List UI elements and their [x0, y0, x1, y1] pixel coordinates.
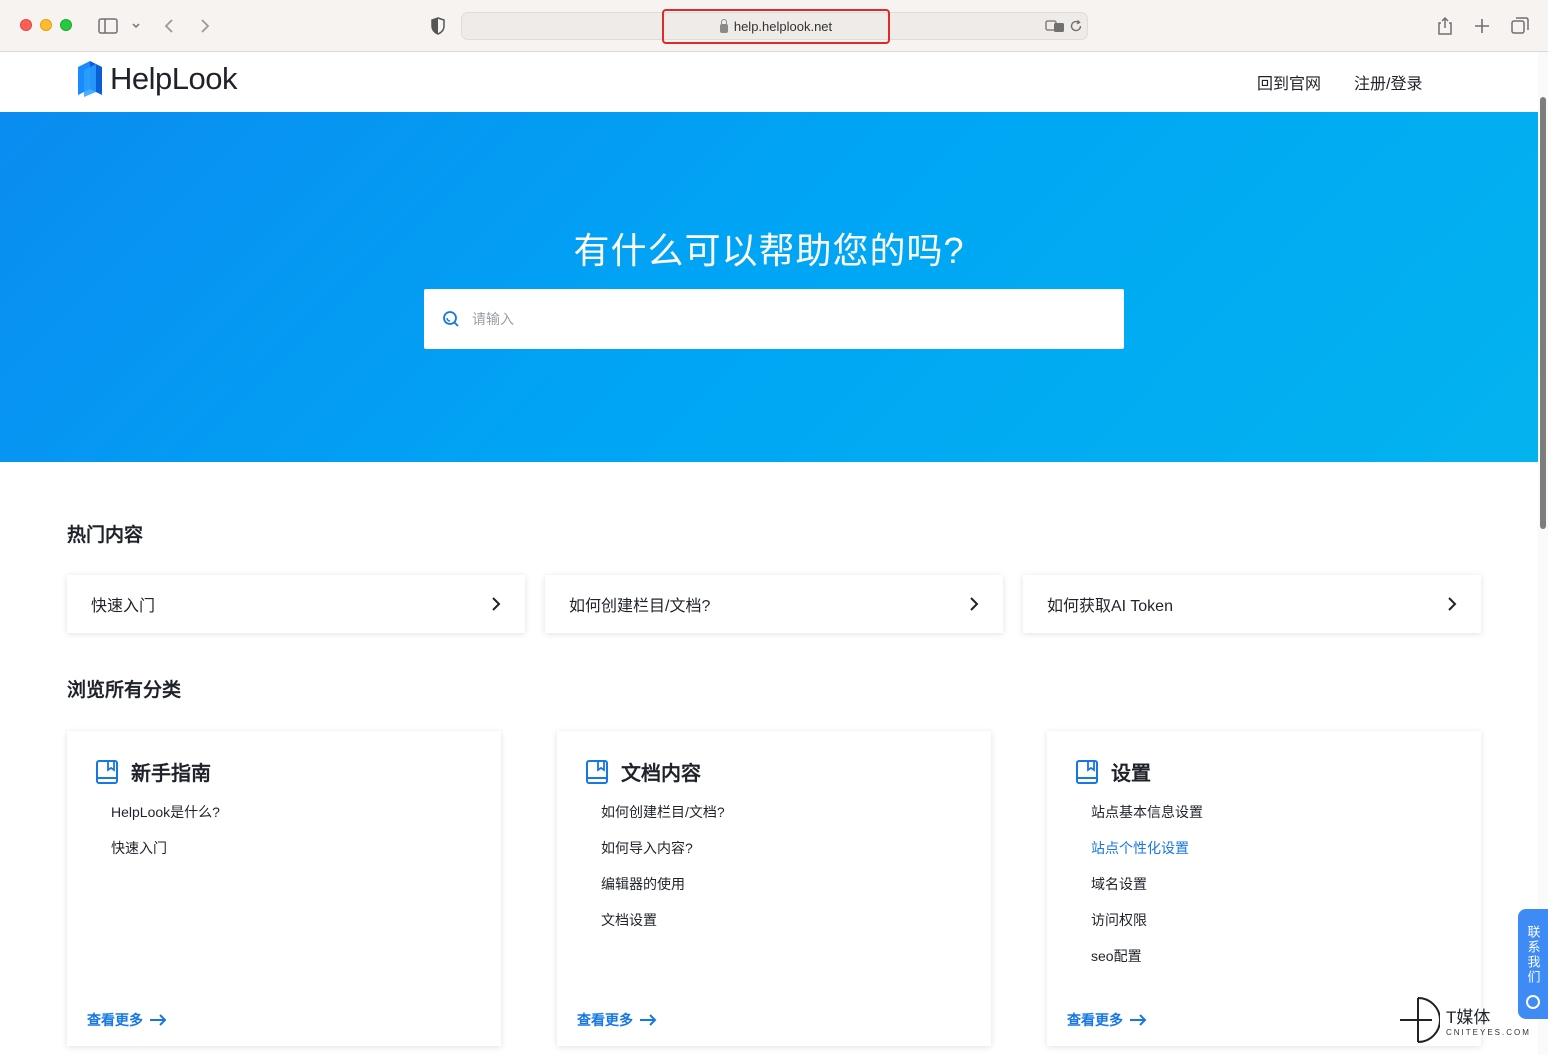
category-card-documents: 文档内容 如何创建栏目/文档? 如何导入内容? 编辑器的使用 文档设置 查看更多 — [557, 731, 991, 1046]
scrollbar-thumb[interactable] — [1540, 97, 1546, 529]
nav-official-site-link[interactable]: 回到官网 — [1257, 70, 1321, 94]
watermark-text: T媒体 — [1446, 1008, 1491, 1027]
zoom-window-button[interactable] — [60, 19, 72, 31]
categories-section-title: 浏览所有分类 — [67, 680, 182, 701]
back-icon[interactable] — [157, 14, 181, 38]
article-link[interactable]: 站点基本信息设置 — [1091, 803, 1203, 839]
arrow-right-icon — [640, 1014, 657, 1026]
nav-login-link[interactable]: 注册/登录 — [1354, 70, 1422, 94]
view-more-link[interactable]: 查看更多 — [1067, 1010, 1147, 1030]
category-article-list: HelpLook是什么? 快速入门 — [111, 803, 220, 875]
hot-item[interactable]: 如何获取AI Token — [1023, 575, 1481, 633]
category-article-list: 站点基本信息设置 站点个性化设置 域名设置 访问权限 seo配置 — [1091, 803, 1203, 983]
article-link[interactable]: 域名设置 — [1091, 875, 1203, 911]
category-header[interactable]: 新手指南 — [95, 757, 211, 786]
logo-text: HelpLook — [110, 61, 237, 96]
hot-item-label: 如何获取AI Token — [1047, 598, 1173, 615]
share-icon[interactable] — [1433, 14, 1457, 38]
view-more-link[interactable]: 查看更多 — [87, 1010, 167, 1030]
site-header: HelpLook 回到官网 注册/登录 — [0, 52, 1548, 112]
chevron-right-icon — [492, 597, 501, 611]
article-link[interactable]: 快速入门 — [111, 839, 220, 875]
category-header[interactable]: 设置 — [1075, 757, 1151, 786]
browser-toolbar: help.helplook.net — [0, 0, 1548, 52]
chevron-right-icon — [970, 597, 979, 611]
search-input[interactable] — [472, 311, 1072, 327]
hot-item[interactable]: 如何创建栏目/文档? — [545, 575, 1003, 633]
contact-us-label: 联系我们 — [1525, 925, 1541, 985]
url-display[interactable]: help.helplook.net — [662, 9, 890, 44]
lock-icon — [719, 18, 728, 33]
book-icon — [586, 759, 608, 784]
site-logo[interactable]: HelpLook — [76, 61, 237, 97]
category-title: 设置 — [1111, 763, 1151, 785]
arrow-right-icon — [1130, 1014, 1147, 1026]
book-icon — [96, 759, 118, 784]
view-more-label: 查看更多 — [577, 1012, 633, 1028]
view-more-label: 查看更多 — [87, 1012, 143, 1028]
article-link[interactable]: 如何创建栏目/文档? — [601, 803, 725, 839]
forward-icon[interactable] — [193, 14, 217, 38]
view-more-link[interactable]: 查看更多 — [577, 1010, 657, 1030]
helplook-logo-icon — [78, 61, 102, 97]
chevron-down-icon[interactable] — [124, 14, 148, 38]
category-title: 新手指南 — [131, 763, 211, 785]
article-link[interactable]: 文档设置 — [601, 911, 725, 947]
article-link-active[interactable]: 站点个性化设置 — [1091, 839, 1203, 875]
search-box[interactable] — [424, 289, 1124, 349]
sidebar-toggle-icon[interactable] — [96, 14, 120, 38]
article-link[interactable]: seo配置 — [1091, 947, 1203, 983]
hot-item[interactable]: 快速入门 — [67, 575, 525, 633]
article-link[interactable]: HelpLook是什么? — [111, 803, 220, 839]
hot-item-label: 如何创建栏目/文档? — [569, 598, 711, 615]
new-tab-icon[interactable] — [1470, 14, 1494, 38]
category-article-list: 如何创建栏目/文档? 如何导入内容? 编辑器的使用 文档设置 — [601, 803, 725, 947]
book-icon — [1076, 759, 1098, 784]
hot-section-title: 热门内容 — [67, 525, 144, 546]
chevron-right-icon — [1448, 597, 1457, 611]
category-title: 文档内容 — [621, 763, 701, 785]
hot-item-label: 快速入门 — [91, 598, 156, 615]
watermark-subtext: CNITEYES.COM — [1446, 1028, 1531, 1037]
watermark-logo-icon — [1400, 997, 1440, 1043]
url-text: help.helplook.net — [733, 19, 833, 34]
arrow-right-icon — [150, 1014, 167, 1026]
article-link[interactable]: 编辑器的使用 — [601, 875, 725, 911]
article-link[interactable]: 访问权限 — [1091, 911, 1203, 947]
category-header[interactable]: 文档内容 — [585, 757, 701, 786]
minimize-window-button[interactable] — [40, 19, 52, 31]
watermark: T媒体 CNITEYES.COM — [1398, 996, 1531, 1044]
shield-icon[interactable] — [426, 14, 450, 38]
window-controls — [20, 19, 72, 31]
search-icon — [443, 311, 459, 327]
hero-banner: 有什么可以帮助您的吗? — [0, 112, 1538, 462]
close-window-button[interactable] — [20, 19, 32, 31]
category-card-getting-started: 新手指南 HelpLook是什么? 快速入门 查看更多 — [67, 731, 501, 1046]
article-link[interactable]: 如何导入内容? — [601, 839, 725, 875]
view-more-label: 查看更多 — [1067, 1012, 1123, 1028]
tab-overview-icon[interactable] — [1508, 14, 1532, 38]
reload-icon[interactable] — [1064, 14, 1088, 38]
hero-title: 有什么可以帮助您的吗? — [573, 230, 965, 271]
